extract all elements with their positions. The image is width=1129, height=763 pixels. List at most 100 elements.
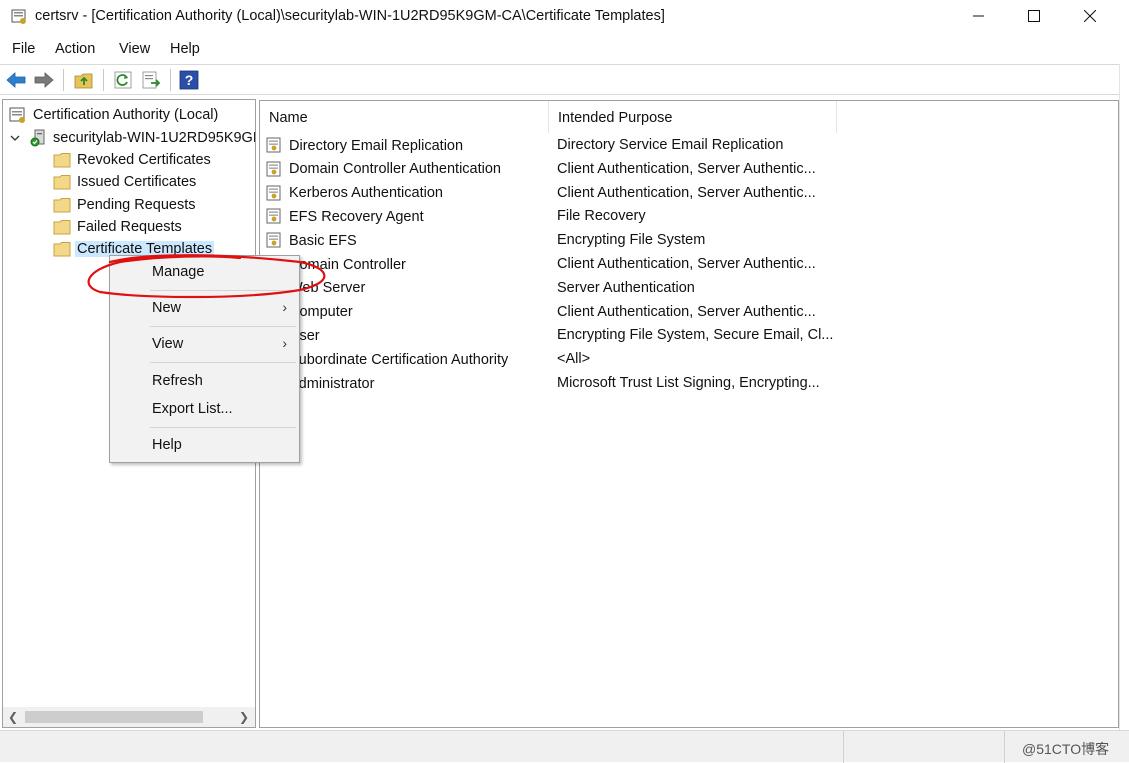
submenu-arrow-icon: › (282, 335, 287, 351)
refresh-icon[interactable] (112, 69, 134, 91)
intended-purpose: <All> (557, 351, 591, 368)
minimize-icon (973, 15, 984, 17)
tree-item-label: Failed Requests (77, 219, 182, 235)
tree-horizontal-scrollbar[interactable]: ❮ ❯ (3, 707, 255, 727)
context-menu-item-view[interactable]: View › (110, 331, 299, 357)
menu-separator (150, 427, 296, 428)
certificate-template-icon (266, 232, 281, 248)
maximize-button[interactable] (1006, 0, 1062, 32)
certificate-template-icon (266, 208, 281, 224)
list-item[interactable]: Administrator Microsoft Trust List Signin… (260, 372, 960, 396)
tree-item-label: Revoked Certificates (77, 152, 211, 168)
export-list-icon[interactable] (140, 69, 162, 91)
menu-action[interactable]: Action (55, 41, 95, 57)
certificate-template-icon (266, 185, 281, 201)
tree-item-pending-requests[interactable]: Pending Requests (53, 194, 196, 216)
back-arrow-icon[interactable] (5, 69, 27, 91)
folder-icon (53, 175, 71, 190)
minimize-button[interactable] (951, 0, 1007, 32)
template-name-cell: Basic EFS (266, 232, 357, 249)
template-name: Kerberos Authentication (289, 185, 443, 202)
folder-icon (53, 153, 71, 168)
intended-purpose: Server Authentication (557, 279, 695, 296)
menu-separator (150, 362, 296, 363)
help-icon[interactable]: ? (178, 69, 200, 91)
intended-purpose: Microsoft Trust List Signing, Encrypting… (557, 375, 820, 391)
intended-purpose: Directory Service Email Replication (557, 137, 784, 153)
watermark: @51CTO博客 (1022, 741, 1110, 757)
menu-file[interactable]: File (12, 41, 35, 57)
context-menu-item-help[interactable]: Help (110, 432, 299, 458)
list-item[interactable]: Domain Controller Client Authentication, … (260, 253, 960, 277)
list-item[interactable]: Basic EFS Encrypting File System (260, 229, 960, 253)
title-bar: certsrv - [Certification Authority (Loca… (0, 0, 1129, 34)
column-header-name[interactable]: Name (260, 101, 549, 133)
template-name-cell: Subordinate Certification Authority (266, 351, 508, 368)
up-folder-icon[interactable] (73, 69, 95, 91)
menu-item-label: Manage (152, 264, 205, 280)
list-item[interactable]: Subordinate Certification Authority <All> (260, 348, 960, 372)
window-edge (1119, 64, 1129, 730)
list-item[interactable]: Computer Client Authentication, Server Au… (260, 301, 960, 325)
menu-separator (150, 290, 296, 291)
intended-purpose: Client Authentication, Server Authentic.… (557, 256, 816, 272)
template-name: Web Server (289, 280, 366, 297)
forward-arrow-icon[interactable] (33, 69, 55, 91)
template-name-cell: EFS Recovery Agent (266, 208, 424, 225)
tree-item-issued-certificates[interactable]: Issued Certificates (53, 171, 196, 193)
certification-authority-icon (9, 107, 25, 123)
maximize-icon (1028, 10, 1040, 22)
context-menu-item-export-list[interactable]: Export List... (110, 396, 299, 422)
list-item[interactable]: Web Server Server Authentication (260, 277, 960, 301)
menu-separator (150, 326, 296, 327)
tree-item-root[interactable]: Certification Authority (Local) (9, 104, 218, 126)
template-name: EFS Recovery Agent (289, 208, 424, 225)
tree-item-failed-requests[interactable]: Failed Requests (53, 216, 182, 238)
menu-item-label: Refresh (152, 373, 203, 389)
chevron-down-icon[interactable] (9, 132, 21, 144)
list-item[interactable]: Domain Controller Authentication Client A… (260, 158, 960, 182)
svg-text:?: ? (185, 72, 194, 88)
intended-purpose: File Recovery (557, 208, 646, 225)
tree-item-label: Pending Requests (77, 197, 196, 213)
status-divider (1004, 731, 1005, 763)
menu-view[interactable]: View (119, 41, 150, 57)
ca-server-icon (30, 129, 45, 147)
window-title: certsrv - [Certification Authority (Loca… (35, 8, 665, 24)
list-item[interactable]: EFS Recovery Agent File Recovery (260, 205, 960, 229)
toolbar: ? (0, 64, 1119, 95)
menu-help[interactable]: Help (170, 41, 200, 57)
mmc-window: certsrv - [Certification Authority (Loca… (0, 0, 1129, 763)
list-item[interactable]: Kerberos Authentication Client Authentica… (260, 182, 960, 206)
context-menu-item-manage[interactable]: Manage (110, 259, 299, 285)
close-icon (1084, 10, 1096, 22)
tree-ca-label: securitylab-WIN-1U2RD95K9GM-CA (53, 130, 255, 146)
intended-purpose: Encrypting File System (557, 232, 706, 249)
template-name: Domain Controller Authentication (289, 161, 501, 178)
list-item[interactable]: Directory Email Replication Directory Ser… (260, 134, 960, 158)
certificate-template-icon (266, 137, 281, 153)
list-item[interactable]: User Encrypting File System, Secure Email… (260, 324, 960, 348)
template-name: Basic EFS (289, 232, 357, 249)
folder-icon (53, 220, 71, 235)
status-bar: @51CTO博客 (0, 730, 1129, 763)
context-menu-item-new[interactable]: New › (110, 295, 299, 321)
scroll-right-icon[interactable]: ❯ (239, 710, 249, 724)
menu-item-label: View (152, 336, 184, 352)
scrollbar-thumb[interactable] (25, 711, 203, 723)
column-header-intended-purpose[interactable]: Intended Purpose (549, 101, 837, 133)
tree-root-label: Certification Authority (Local) (33, 107, 219, 123)
folder-icon (53, 242, 71, 257)
scroll-left-icon[interactable]: ❮ (8, 710, 18, 724)
template-name: Administrator (289, 375, 375, 392)
results-list[interactable]: Name Intended Purpose Directory Email Re… (259, 100, 1119, 728)
intended-purpose: Client Authentication, Server Authentic.… (557, 160, 816, 177)
certsrv-app-icon (11, 9, 26, 24)
context-menu: Manage New › View › Refresh Export List.… (109, 255, 300, 463)
submenu-arrow-icon: › (282, 299, 287, 315)
toolbar-separator (170, 69, 171, 91)
tree-item-ca[interactable]: securitylab-WIN-1U2RD95K9GM-CA (9, 127, 255, 149)
tree-item-revoked-certificates[interactable]: Revoked Certificates (53, 149, 211, 171)
context-menu-item-refresh[interactable]: Refresh (110, 368, 299, 394)
close-button[interactable] (1062, 0, 1118, 32)
